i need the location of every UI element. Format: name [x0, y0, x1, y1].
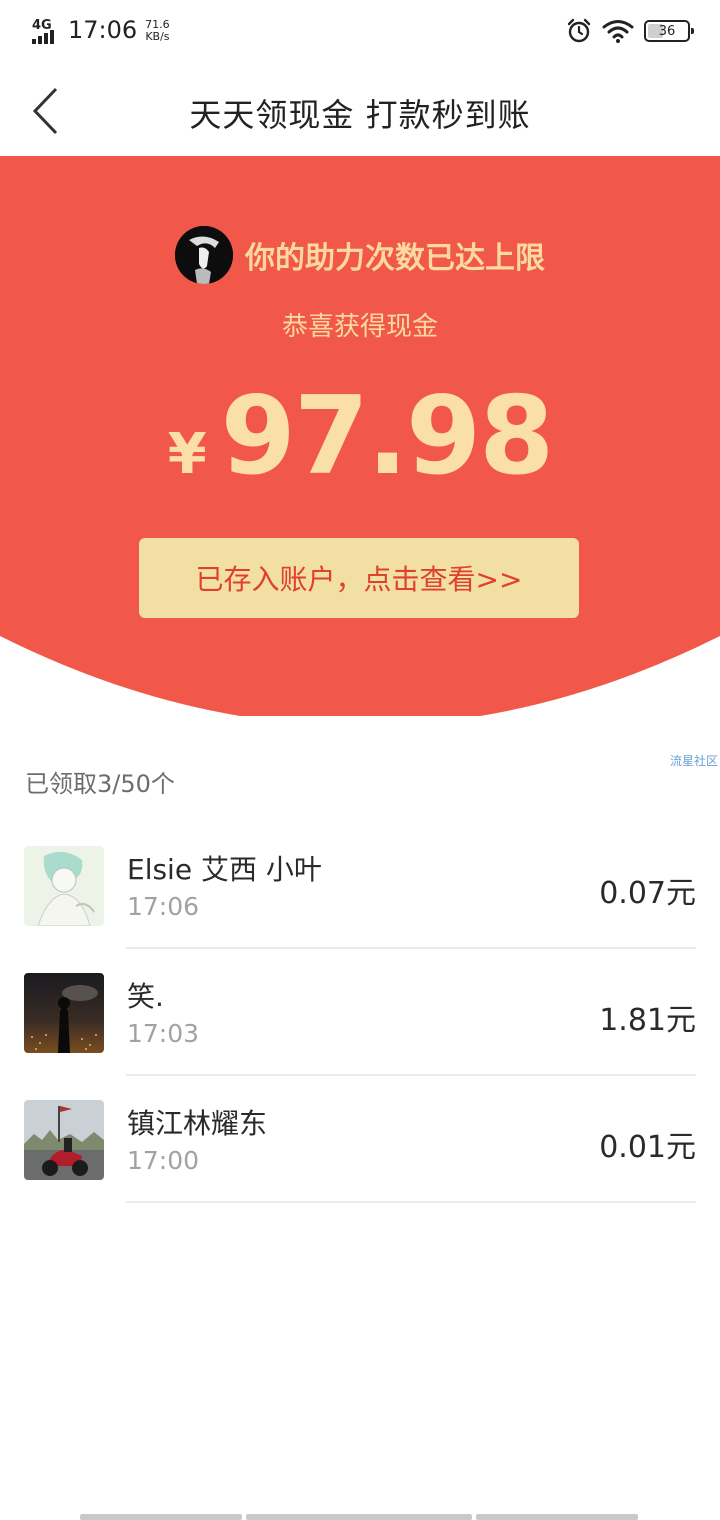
list-item-time: 17:00: [127, 1146, 200, 1175]
avatar: [24, 846, 104, 926]
list-item-name: 笑.: [127, 980, 164, 1013]
list-item: 镇江林耀东 17:00 0.01元: [0, 1076, 720, 1203]
user-avatar: [175, 226, 233, 284]
list-item-time: 17:06: [127, 892, 200, 921]
alarm-icon: [567, 18, 591, 43]
helper-list: Elsie 艾西 小叶 17:06 0.07元 笑. 17:03 1.81元 镇…: [0, 822, 720, 1203]
list-item-amount: 0.01元: [599, 1130, 696, 1165]
cash-amount: ¥ 97.98: [0, 374, 720, 499]
list-item-amount: 0.07元: [599, 876, 696, 911]
battery-icon: 36: [644, 20, 694, 42]
currency-symbol: ¥: [167, 422, 207, 487]
list-item-amount: 1.81元: [599, 1003, 696, 1038]
network-speed-unit: KB/s: [145, 30, 170, 43]
watermark: 流星社区: [669, 754, 718, 768]
list-item-name: Elsie 艾西 小叶: [127, 853, 322, 886]
view-account-button[interactable]: 已存入账户，点击查看>>: [139, 538, 579, 618]
list-item-time: 17:03: [127, 1019, 200, 1048]
status-bar: 4G 17:06 71.6 KB/s 36: [0, 0, 720, 66]
claimed-count: 已领取3/50个: [25, 770, 175, 798]
list-item-name: 镇江林耀东: [127, 1107, 268, 1140]
avatar: [24, 973, 104, 1053]
congrats-text: 恭喜获得现金: [281, 312, 438, 342]
limit-row: 你的助力次数已达上限: [0, 226, 720, 284]
wifi-icon: [602, 20, 634, 43]
battery-level: 36: [658, 23, 676, 39]
network-speed: 71.6 KB/s: [145, 19, 170, 46]
divider: [126, 1201, 696, 1203]
nav-bar: 天天领现金 打款秒到账: [0, 66, 720, 156]
limit-message: 你的助力次数已达上限: [245, 241, 545, 276]
scroll-indicator: [80, 1514, 638, 1520]
signal-icon: 4G: [32, 16, 62, 46]
cash-banner: 你的助力次数已达上限 恭喜获得现金 ¥ 97.98 已存入账户，点击查看>>: [0, 156, 720, 716]
list-item: Elsie 艾西 小叶 17:06 0.07元: [0, 822, 720, 949]
avatar: [24, 1100, 104, 1180]
status-time: 17:06: [68, 16, 138, 44]
list-item: 笑. 17:03 1.81元: [0, 949, 720, 1076]
amount-value: 97.98: [220, 374, 555, 499]
page-title: 天天领现金 打款秒到账: [189, 96, 531, 134]
